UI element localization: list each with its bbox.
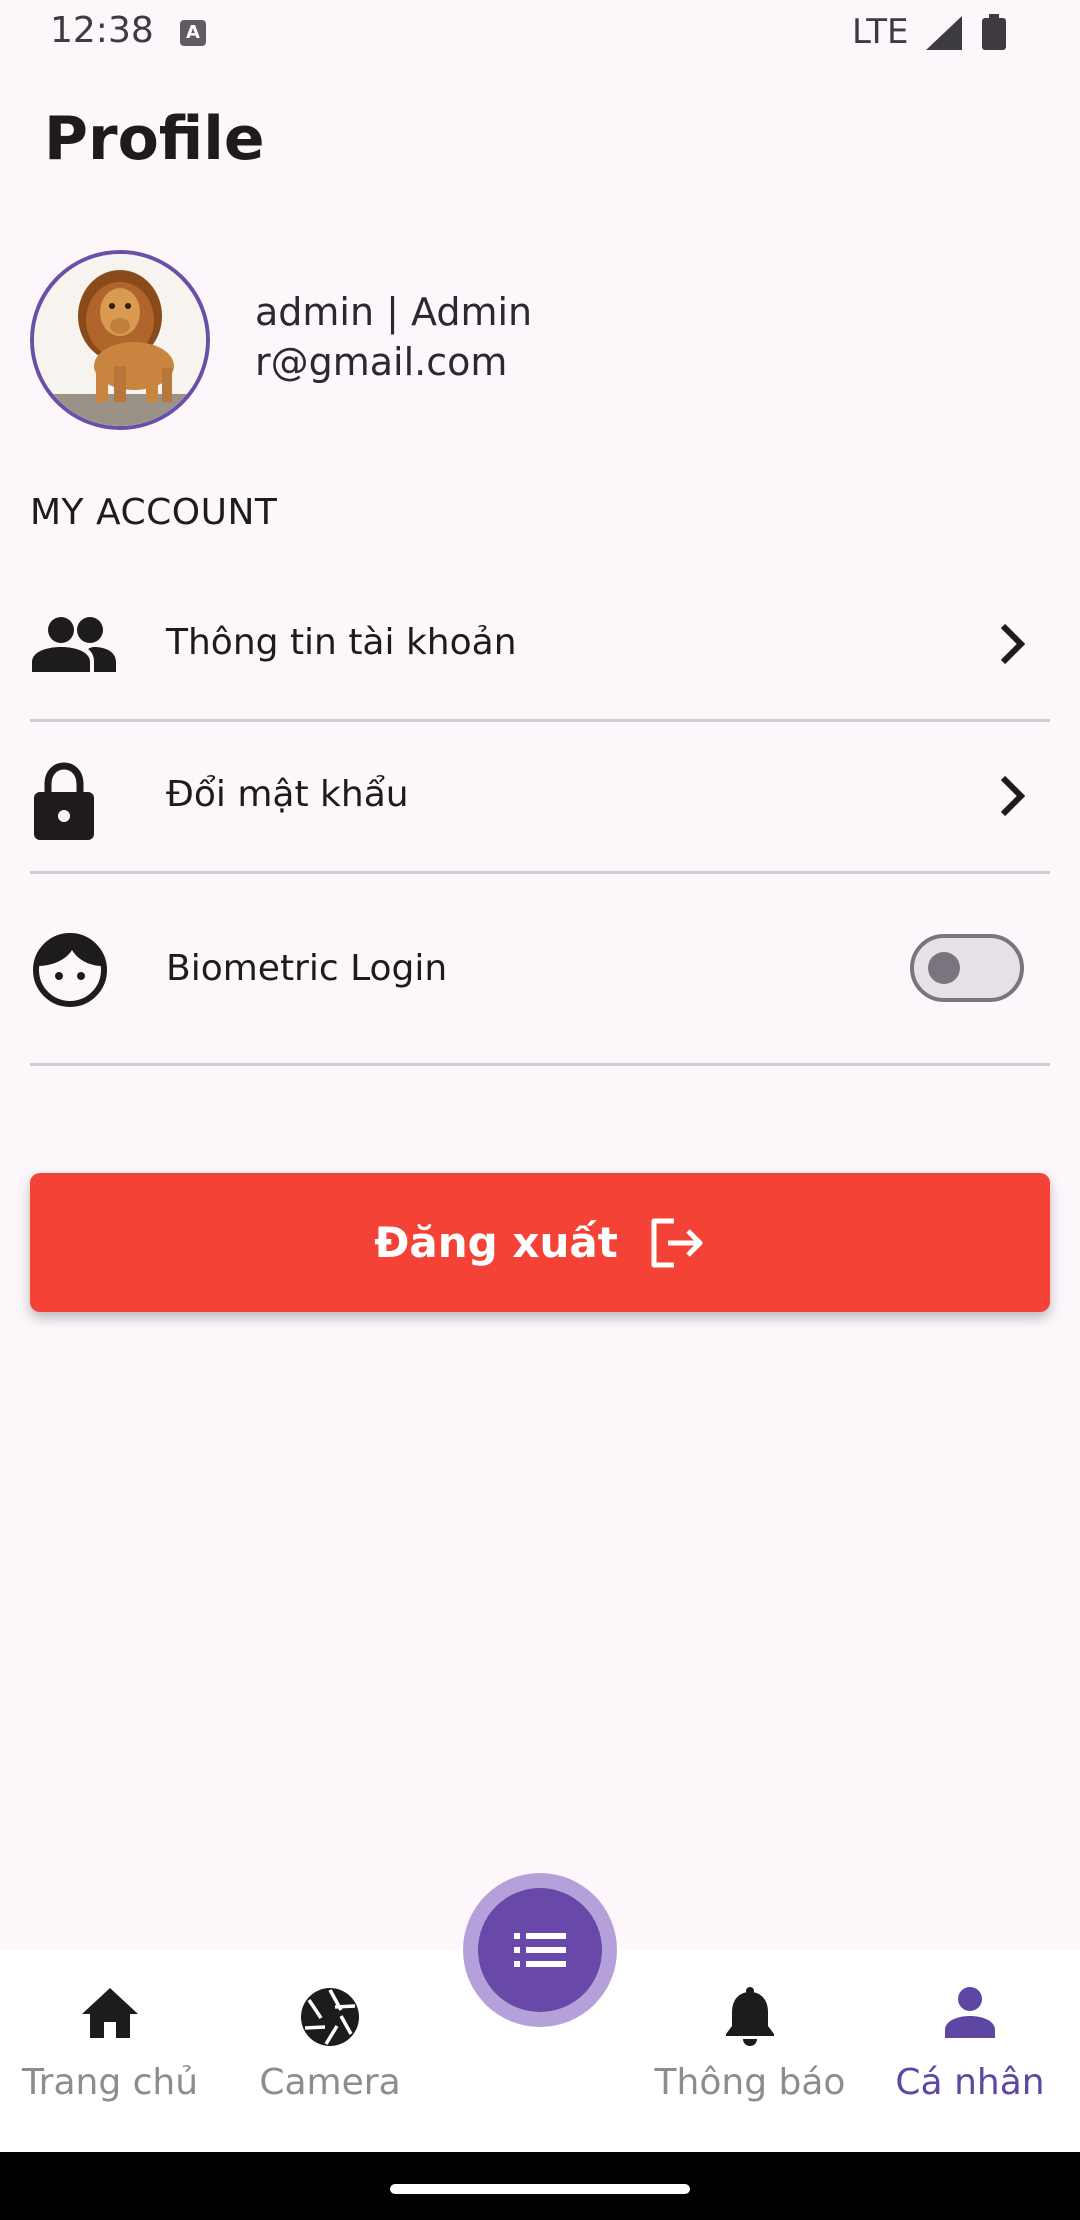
menu-item-label: Đổi mật khẩu (166, 774, 409, 815)
user-email: r@gmail.com (255, 340, 508, 384)
network-type: LTE (852, 12, 909, 52)
toggle-knob (928, 952, 960, 984)
menu-item-biometric-login: Biometric Login (30, 874, 1050, 1066)
user-name-role: admin | Admin (255, 290, 533, 334)
status-bar: 12:38 A LTE (0, 0, 1080, 66)
menu-item-account-info[interactable]: Thông tin tài khoản (30, 570, 1050, 722)
a-notification-icon: A (180, 20, 206, 46)
home-indicator[interactable] (390, 2184, 690, 2194)
nav-label: Thông báo (654, 2062, 846, 2103)
nav-item-home[interactable]: Trang chủ (0, 1950, 220, 2152)
person-icon (945, 1987, 995, 2038)
menu-item-label: Biometric Login (166, 948, 448, 989)
status-time: 12:38 (50, 10, 154, 51)
biometric-toggle[interactable] (910, 934, 1024, 1002)
menu-item-change-password[interactable]: Đổi mật khẩu (30, 722, 1050, 874)
chevron-right-icon (1000, 623, 1026, 665)
battery-icon (982, 14, 1006, 50)
camera-aperture-icon (301, 1988, 359, 2046)
page-title: Profile (44, 104, 265, 174)
signal-icon (926, 16, 962, 50)
people-icon (32, 617, 116, 672)
face-icon (33, 933, 107, 1007)
logout-icon (651, 1218, 703, 1267)
home-icon (82, 1988, 138, 2038)
logout-label: Đăng xuất (374, 1218, 618, 1267)
nav-item-camera[interactable]: Camera (220, 1950, 440, 2152)
menu-fab-button[interactable] (478, 1888, 602, 2012)
menu-item-label: Thông tin tài khoản (166, 622, 517, 663)
nav-label: Cá nhân (895, 2062, 1045, 2103)
chevron-right-icon (1000, 775, 1026, 817)
bell-icon (726, 1987, 774, 2046)
list-icon (514, 1933, 566, 1967)
nav-item-profile[interactable]: Cá nhân (860, 1950, 1080, 2152)
logout-button[interactable]: Đăng xuất (30, 1173, 1050, 1312)
nav-label: Camera (259, 2062, 401, 2103)
lion-avatar (34, 254, 206, 426)
section-heading: MY ACCOUNT (30, 492, 278, 533)
nav-item-notifications[interactable]: Thông báo (640, 1950, 860, 2152)
nav-label: Trang chủ (21, 2062, 199, 2103)
avatar (30, 250, 210, 430)
lock-icon (34, 762, 94, 840)
